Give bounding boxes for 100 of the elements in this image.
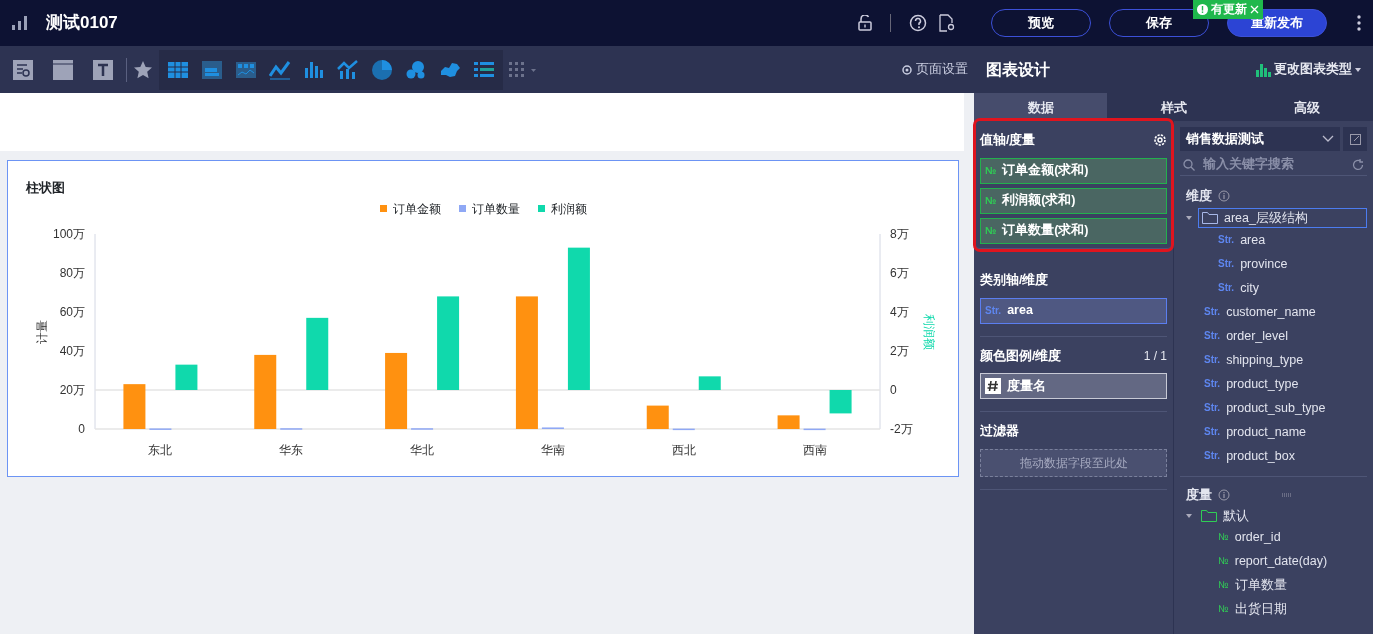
field-type-tag: Str. [1204,300,1221,324]
change-chart-type-button[interactable]: 更改图表类型 [1255,60,1361,79]
panel-tab[interactable]: 数据 [974,93,1107,121]
field-item[interactable]: Str. product_box [1204,444,1295,468]
dimension-field[interactable]: Str. area [980,297,1167,324]
field-item[interactable]: Str. province [1218,252,1288,276]
card-chart-icon[interactable] [201,58,223,81]
folder-item[interactable]: 默认 [1198,507,1367,525]
field-item[interactable]: Str. product_name [1204,420,1307,444]
group-label: 度量 [1186,486,1212,504]
field-type-tag: Str. [1204,372,1221,396]
axis-tick-label: 2万 [890,343,909,358]
hash-icon [985,378,1001,395]
search-panel-icon[interactable] [12,58,34,81]
help-icon[interactable] [909,14,927,32]
bubble-chart-icon[interactable] [405,58,427,81]
field-item[interactable]: № 订单数量 [1218,573,1287,597]
panel-tab[interactable]: 样式 [1107,93,1240,121]
field-item[interactable]: № report_date(day) [1218,549,1328,573]
chevron-down-icon [1322,135,1334,143]
field-item[interactable]: Str. order_level [1204,324,1288,348]
axis-tick-label: 0 [78,421,85,436]
page-settings-button[interactable]: 页面设置 [901,60,968,79]
alert-icon [1197,3,1208,15]
close-icon[interactable] [1250,4,1259,14]
more-charts-icon[interactable] [509,61,537,78]
axis-tick-label: 8万 [890,226,909,241]
dataset-select[interactable]: 销售数据测试 [1180,127,1340,151]
field-item[interactable]: Str. product_sub_type [1204,396,1326,420]
measure-field[interactable]: № 利润额(求和) [980,187,1167,214]
settings-icon[interactable] [1153,133,1167,148]
legend-label[interactable]: 订单金额 [392,199,441,218]
axis-tick-label: 20万 [59,382,85,397]
section-label: 类别轴/维度 [980,271,1049,289]
field-type-tag: Str. [1204,348,1221,372]
measure-field[interactable]: № 订单数量(求和) [980,217,1167,244]
caret-icon [1355,67,1361,72]
axis-tick-label: 华北 [410,442,435,457]
search-icon [1183,158,1195,171]
field-item[interactable]: Str. area [1218,228,1266,252]
drop-zone[interactable]: 拖动数据字段至此处 [980,449,1167,477]
panel-title: 图表设计 [986,59,1050,80]
legend-label[interactable]: 利润额 [550,199,587,218]
info-icon[interactable] [1218,489,1230,501]
edit-icon [1349,133,1361,145]
bar [411,427,434,430]
axis-tick-label: 60万 [59,304,85,319]
folder-item[interactable]: area_层级结构 [1198,208,1367,228]
measure-field[interactable]: № 订单金额(求和) [980,157,1167,184]
axis-title: 计量 [36,319,48,343]
field-item[interactable]: Str. shipping_type [1204,348,1304,372]
drag-handle-icon[interactable] [1282,493,1292,497]
panel-tab[interactable]: 高级 [1240,93,1373,121]
axis-tick-label: 40万 [59,343,85,358]
line-chart-icon[interactable] [269,58,291,81]
field-type-tag: № [1218,597,1229,621]
field-type-tag: № [1218,549,1229,573]
expand-caret-icon[interactable] [1186,514,1192,518]
info-icon[interactable] [1218,190,1230,202]
expand-caret-icon[interactable] [1186,216,1192,220]
folder-icon [1202,212,1218,224]
field-type-tag: Str. [1204,324,1221,348]
folder-icon [1201,510,1217,522]
star-icon[interactable] [133,59,153,80]
legend-label[interactable]: 订单数量 [471,199,520,218]
axis-tick-label: 东北 [148,442,173,457]
gear-icon [901,63,913,76]
refresh-icon[interactable] [1352,158,1364,171]
text-icon[interactable] [92,58,114,81]
pie-chart-icon[interactable] [371,58,393,81]
measure-name-field[interactable]: 度量名 [980,373,1167,400]
section-label: 过滤器 [980,423,1019,441]
field-type-tag: Str. [1204,396,1221,420]
field-item[interactable]: № order_id [1218,525,1281,549]
axis-tick-label: 西北 [671,442,696,457]
axis-title: 利润额 [923,313,935,349]
field-type-tag: № [985,193,997,209]
container-icon[interactable] [52,58,74,81]
field-item[interactable]: Str. city [1218,276,1259,300]
bar [646,405,669,429]
field-item[interactable]: Str. customer_name [1204,300,1316,324]
combo-chart-icon[interactable] [337,58,359,81]
field-type-tag: Str. [1218,228,1235,252]
bar-chart-logo-icon [12,16,28,30]
bar [175,364,198,390]
document-settings-icon[interactable] [939,14,955,32]
group-label: 维度 [1186,187,1212,205]
field-type-tag: Str. [1218,252,1235,276]
field-item[interactable]: № 出货日期 [1218,597,1287,621]
more-menu-icon[interactable] [1357,15,1361,31]
axis-tick-label: 4万 [890,304,909,319]
edit-dataset-button[interactable] [1343,127,1367,151]
lock-icon[interactable] [858,15,872,31]
bar-chart-icon [1255,62,1271,77]
field-type-tag: Str. [1204,444,1221,468]
search-field[interactable]: 输入关键字搜索 [1180,154,1367,176]
field-type-tag: № [985,163,997,179]
axis-tick-label: 0 [890,382,897,397]
field-item[interactable]: Str. product_type [1204,372,1299,396]
axis-tick-label: 100万 [52,226,85,241]
